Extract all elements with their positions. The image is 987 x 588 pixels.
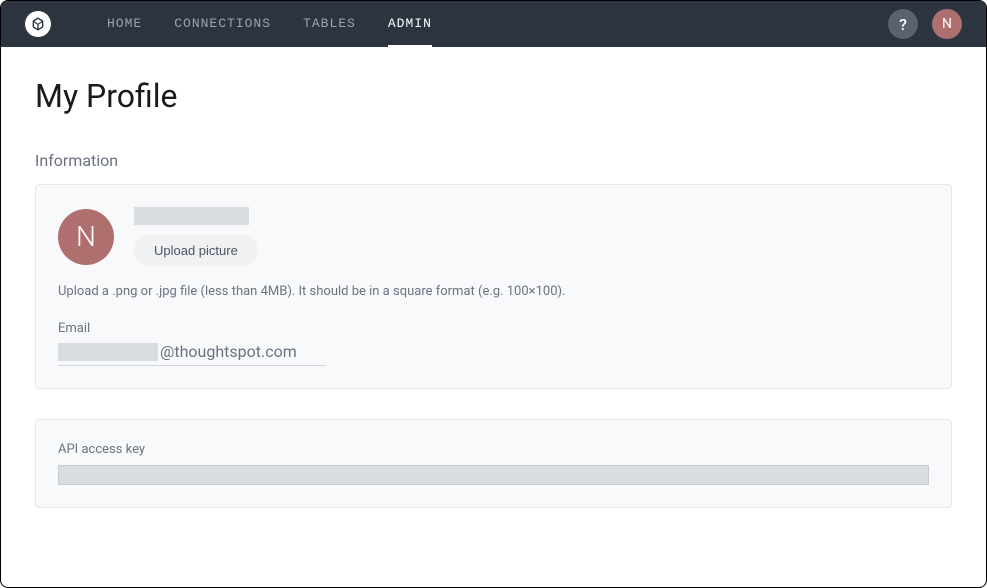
nav-tables[interactable]: TABLES [287, 1, 372, 47]
user-avatar-small[interactable]: N [932, 9, 962, 39]
nav-home[interactable]: HOME [91, 1, 158, 47]
email-label: Email [58, 321, 929, 336]
app-logo[interactable] [25, 11, 51, 37]
nav-admin[interactable]: ADMIN [372, 1, 448, 47]
help-button[interactable]: ? [888, 9, 918, 39]
api-panel: API access key [35, 419, 952, 508]
logo-icon [30, 16, 46, 32]
nav-connections[interactable]: CONNECTIONS [158, 1, 287, 47]
email-field[interactable]: @thoughtspot.com [58, 342, 326, 366]
page-title: My Profile [35, 77, 952, 115]
main-nav: HOME CONNECTIONS TABLES ADMIN [91, 1, 448, 47]
upload-hint-text: Upload a .png or .jpg file (less than 4M… [58, 284, 929, 299]
information-section-label: Information [35, 151, 952, 170]
email-username-input[interactable] [58, 343, 158, 361]
name-field[interactable] [134, 207, 249, 225]
upload-picture-button[interactable]: Upload picture [134, 235, 258, 266]
api-key-field[interactable] [58, 465, 929, 485]
topbar: HOME CONNECTIONS TABLES ADMIN ? N [1, 1, 986, 47]
information-panel: N Upload picture Upload a .png or .jpg f… [35, 184, 952, 389]
user-avatar-large: N [58, 209, 114, 265]
email-domain-text: @thoughtspot.com [160, 342, 297, 361]
api-key-label: API access key [58, 442, 929, 457]
